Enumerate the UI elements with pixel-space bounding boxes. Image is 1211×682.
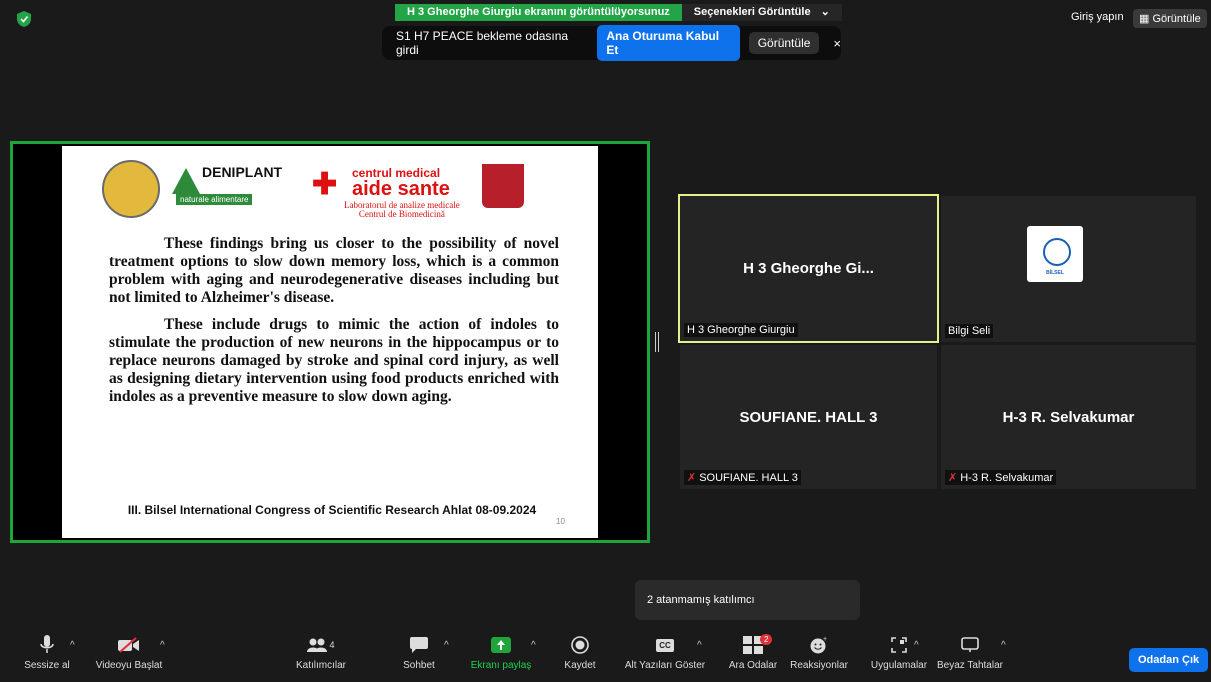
participant-tile[interactable]: BİLSEL Bilgi Seli: [941, 196, 1196, 342]
chevron-down-icon: ⌄: [820, 6, 830, 18]
breakout-tooltip: 2 atanmamış katılımcı: [635, 580, 860, 620]
participants-count: 4: [329, 640, 335, 650]
slide-paragraph: These findings bring us closer to the po…: [109, 235, 559, 306]
participants-button[interactable]: 4 Katılımcılar: [276, 634, 366, 671]
slide-body: These findings bring us closer to the po…: [109, 235, 559, 415]
presentation-slide: DENIPLANT naturale alimentare ✚ centrul …: [62, 146, 598, 538]
deniplant-logo: DENIPLANT: [202, 164, 283, 180]
slide-footer: III. Bilsel International Congress of Sc…: [127, 503, 537, 517]
participant-display-name: H 3 Gheorghe Gi...: [743, 260, 874, 277]
admit-button[interactable]: Ana Oturuma Kabul Et: [597, 25, 740, 61]
laboratorul-text: Laboratorul de analize medicale Centrul …: [344, 200, 460, 219]
muted-mic-icon: ✗: [948, 472, 958, 484]
svg-text:+: +: [823, 636, 827, 643]
mute-button[interactable]: Sessize al: [2, 634, 92, 671]
breakout-badge: 2: [760, 634, 773, 645]
participant-name-label: ✗ SOUFIANE. HALL 3: [684, 470, 801, 485]
share-status-text: H 3 Gheorghe Giurgiu ekranını görüntülüy…: [395, 4, 682, 21]
participant-name-label: ✗ H-3 R. Selvakumar: [945, 470, 1057, 485]
captions-options-caret[interactable]: ^: [697, 640, 702, 651]
chat-options-caret[interactable]: ^: [444, 640, 449, 651]
bilsel-logo: BİLSEL: [1027, 226, 1083, 282]
slide-paragraph: These include drugs to mimic the action …: [109, 316, 559, 405]
sign-in-link[interactable]: Giriş yapın: [1071, 11, 1124, 23]
medical-cross-icon: ✚: [312, 168, 338, 201]
video-options-caret[interactable]: ^: [160, 640, 165, 651]
people-icon: 4: [276, 634, 366, 656]
deniplant-tagline: naturale alimentare: [176, 194, 253, 205]
participant-tile[interactable]: SOUFIANE. HALL 3 ✗ SOUFIANE. HALL 3: [680, 345, 937, 489]
record-button[interactable]: Kaydet: [535, 634, 625, 671]
university-logo: [482, 164, 524, 208]
participant-display-name: H-3 R. Selvakumar: [1002, 409, 1135, 426]
participant-name-label: Bilgi Seli: [945, 324, 994, 338]
close-icon[interactable]: ×: [833, 36, 841, 51]
smiley-icon: +: [774, 634, 864, 656]
participant-name-label: H 3 Gheorghe Giurgiu: [684, 323, 798, 337]
apps-options-caret[interactable]: ^: [914, 640, 919, 651]
screen-share-banner: H 3 Gheorghe Giurgiu ekranını görüntülüy…: [395, 4, 842, 21]
view-button[interactable]: Görüntüle: [748, 32, 820, 54]
panel-resize-handle[interactable]: [655, 332, 659, 352]
view-options-label: Seçenekleri Görüntüle: [693, 6, 811, 18]
record-icon: [535, 634, 625, 656]
muted-mic-icon: ✗: [687, 472, 697, 484]
chat-bubble-icon: [374, 634, 464, 656]
aide-sante-text: aide sante: [352, 178, 450, 200]
grid-icon: ▦: [1139, 13, 1150, 25]
view-layout-button[interactable]: ▦ Görüntüle: [1133, 9, 1207, 28]
leave-room-button[interactable]: Odadan Çık: [1129, 648, 1209, 672]
view-options-button[interactable]: Seçenekleri Görüntüle ⌄: [681, 4, 842, 21]
whiteboard-options-caret[interactable]: ^: [1001, 640, 1006, 651]
slide-page-number: 10: [556, 517, 565, 526]
waiting-room-notification: S1 H7 PEACE bekleme odasına girdi Ana Ot…: [382, 25, 841, 61]
reactions-button[interactable]: + Reaksiyonlar: [774, 634, 864, 671]
deniplant-leaf-icon: [172, 168, 200, 194]
meeting-toolbar: Sessize al ^ Videoyu Başlat ^ 4 Katılımc…: [0, 634, 1211, 682]
view-layout-label: Görüntüle: [1152, 13, 1201, 25]
participant-tile[interactable]: H-3 R. Selvakumar ✗ H-3 R. Selvakumar: [941, 345, 1196, 489]
microphone-icon: [2, 634, 92, 656]
notification-message: S1 H7 PEACE bekleme odasına girdi: [396, 29, 569, 57]
security-shield-icon[interactable]: [17, 11, 31, 27]
chat-button[interactable]: Sohbet: [374, 634, 464, 671]
mute-options-caret[interactable]: ^: [70, 640, 75, 651]
participant-display-name: SOUFIANE. HALL 3: [739, 409, 878, 426]
participant-tile[interactable]: H 3 Gheorghe Gi... H 3 Gheorghe Giurgiu: [678, 194, 939, 343]
congress-seal-logo: [102, 160, 160, 218]
